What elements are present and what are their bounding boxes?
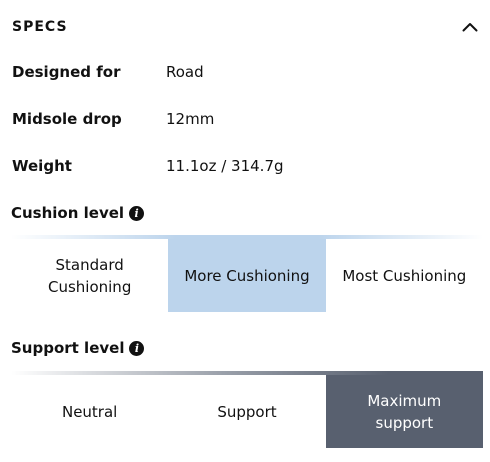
cushion-level-label: Cushion level xyxy=(11,204,125,222)
info-icon[interactable]: i xyxy=(129,205,145,221)
support-level-label: Support level xyxy=(11,339,125,357)
spec-value: Road xyxy=(166,63,204,81)
spec-row-designed-for: Designed for Road xyxy=(12,59,482,85)
cushion-level-heading: Cushion level i xyxy=(11,201,145,225)
support-level-options: Neutral Support Maximum support xyxy=(11,375,483,448)
cushion-option-standard[interactable]: Standard Cushioning xyxy=(11,239,168,312)
spec-label: Weight xyxy=(12,157,72,175)
specs-panel: SPECS Designed for Road Midsole drop 12m… xyxy=(0,0,490,462)
spec-row-midsole-drop: Midsole drop 12mm xyxy=(12,106,482,132)
chevron-up-icon[interactable] xyxy=(461,18,479,36)
support-option-support[interactable]: Support xyxy=(168,375,325,448)
spec-label: Midsole drop xyxy=(12,110,122,128)
support-level-heading: Support level i xyxy=(11,336,145,360)
specs-title: SPECS xyxy=(12,19,68,35)
spec-label: Designed for xyxy=(12,63,121,81)
info-icon[interactable]: i xyxy=(129,340,145,356)
specs-accordion-header[interactable]: SPECS xyxy=(0,0,490,54)
support-option-neutral[interactable]: Neutral xyxy=(11,375,168,448)
cushion-option-more-selected[interactable]: More Cushioning xyxy=(168,239,326,312)
spec-row-weight: Weight 11.1oz / 314.7g xyxy=(12,153,482,179)
spec-value: 11.1oz / 314.7g xyxy=(166,157,284,175)
support-option-maximum-selected[interactable]: Maximum support xyxy=(325,375,483,448)
cushion-option-most[interactable]: Most Cushioning xyxy=(326,239,483,312)
cushion-level-options: Standard Cushioning More Cushioning Most… xyxy=(11,239,483,312)
spec-value: 12mm xyxy=(166,110,215,128)
